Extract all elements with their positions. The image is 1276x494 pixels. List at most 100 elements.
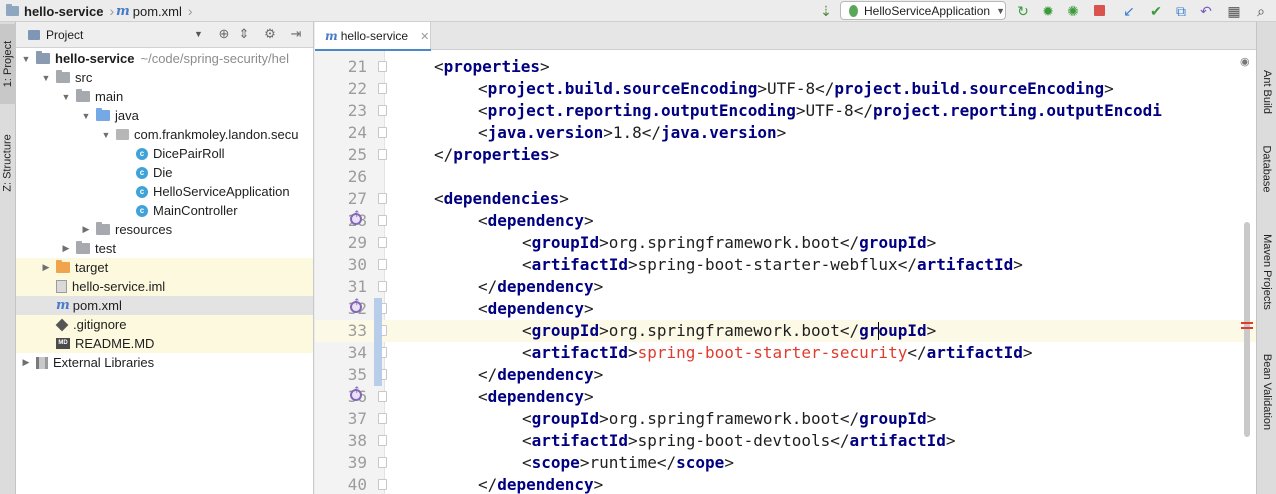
code-line[interactable]: 40 </dependency> [315,474,1256,494]
structure-tool-tab[interactable]: Z: Structure [0,118,16,208]
eye-icon[interactable]: ◉ [1240,55,1250,68]
fold-marker-icon[interactable] [378,435,387,446]
project-structure-icon[interactable]: ▦ [1225,2,1243,19]
maven-override-icon[interactable] [350,292,362,314]
tree-item[interactable]: ▼ main [16,87,313,106]
run-configuration-select[interactable]: HelloServiceApplication ▼ [840,1,1006,20]
tree-item[interactable]: ▼ src [16,68,313,87]
code-line[interactable]: 33 <groupId>org.springframework.boot</gro… [315,320,1256,342]
tree-item-path: ~/code/spring-security/hel [140,51,290,66]
locate-icon[interactable]: ⊕ [216,26,232,42]
tree-item[interactable]: ▶ test [16,239,313,258]
chevron-down-icon[interactable]: ▼ [194,29,203,39]
code-line[interactable]: 32<dependency> [315,292,1256,320]
fold-marker-icon[interactable] [378,83,387,94]
code-line[interactable]: 23 <project.reporting.outputEncoding>UTF-… [315,100,1256,122]
tree-item[interactable]: ▶.gitignore [16,315,313,334]
code-line[interactable]: 37 <groupId>org.springframework.boot</gro… [315,408,1256,430]
chevron-down-icon[interactable]: ▼ [80,111,92,121]
vcs-update-icon[interactable]: ↙ [1120,2,1138,19]
vertical-scrollbar[interactable] [1244,222,1250,437]
fold-marker-icon[interactable] [378,61,387,72]
fold-marker-icon[interactable] [378,413,387,424]
code-line[interactable]: 21 <properties> [315,56,1256,78]
collapse-all-icon[interactable]: ⇕ [236,26,252,42]
chevron-down-icon[interactable]: ▼ [40,73,52,83]
fold-marker-icon[interactable] [378,149,387,160]
code-line[interactable]: 35 </dependency> [315,364,1256,386]
stop-icon[interactable] [1090,2,1108,19]
fold-marker-icon[interactable] [378,259,387,270]
database-tool-tab[interactable]: Database [1257,134,1276,204]
project-panel-title[interactable]: Project [46,28,83,42]
maven-override-icon[interactable] [350,380,362,402]
fold-marker-icon[interactable] [378,391,387,402]
code-line[interactable]: 24 <java.version>1.8</java.version> [315,122,1256,144]
code-line[interactable]: 22 <project.build.sourceEncoding>UTF-8</p… [315,78,1256,100]
tree-item[interactable]: ▼ hello-service ~/code/spring-security/hel [16,49,313,68]
code-line[interactable]: 31 </dependency> [315,276,1256,298]
hide-panel-icon[interactable]: ⇥ [288,26,304,42]
fold-marker-icon[interactable] [378,281,387,292]
code-text: <artifactId>spring-boot-starter-security… [522,342,1033,364]
sort-build-icon[interactable]: ⇣ [817,2,835,19]
tab-hello-service[interactable]: m hello-service ✕ [315,22,431,51]
vcs-compare-icon[interactable]: ⧉ [1172,2,1190,19]
revert-icon[interactable]: ↶ [1197,2,1215,19]
code-line[interactable]: 39 <scope>runtime</scope> [315,452,1256,474]
breadcrumb-project[interactable]: hello-service › [6,2,114,20]
vcs-change-marker[interactable] [374,298,382,386]
code-line[interactable]: 38 <artifactId>spring-boot-devtools</arti… [315,430,1256,452]
tree-item[interactable]: ▶cDicePairRoll [16,144,313,163]
code-line[interactable]: 30 <artifactId>spring-boot-starter-webflu… [315,254,1256,276]
bean-validation-tool-tab[interactable]: Bean Validation [1257,332,1276,452]
tree-item[interactable]: ▶mpom.xml [16,296,313,315]
rerun-icon[interactable]: ↻ [1014,2,1032,19]
fold-marker-icon[interactable] [378,457,387,468]
tree-item[interactable]: ▼ com.frankmoley.landon.secu [16,125,313,144]
tree-item[interactable]: ▶ resources [16,220,313,239]
fold-marker-icon[interactable] [378,215,387,226]
fold-marker-icon[interactable] [378,479,387,490]
tree-item[interactable]: ▶MDREADME.MD [16,334,313,353]
chevron-right-icon[interactable]: ▶ [20,357,32,368]
chevron-right-icon[interactable]: ▶ [40,262,52,273]
chevron-right-icon[interactable]: ▶ [80,224,92,235]
code-line[interactable]: 28<dependency> [315,204,1256,232]
code-line[interactable]: 26 [315,166,1256,188]
code-line[interactable]: 29 <groupId>org.springframework.boot</gro… [315,232,1256,254]
tree-item[interactable]: ▶cDie [16,163,313,182]
tree-item[interactable]: ▶hello-service.iml [16,277,313,296]
chevron-down-icon[interactable]: ▼ [20,54,32,64]
maven-projects-tool-tab[interactable]: Maven Projects [1257,212,1276,332]
fold-marker-icon[interactable] [378,193,387,204]
tree-item[interactable]: ▼ java [16,106,313,125]
chevron-right-icon[interactable]: ▶ [60,243,72,254]
chevron-down-icon[interactable]: ▼ [60,92,72,102]
code-line[interactable]: 34 <artifactId>spring-boot-starter-securi… [315,342,1256,364]
code-line[interactable]: 27 <dependencies> [315,188,1256,210]
project-tool-tab[interactable]: 1: Project [0,24,16,104]
error-stripe-marker[interactable] [1241,322,1253,324]
folder-icon [28,30,40,40]
coverage-icon[interactable]: ✺ [1064,2,1082,19]
gear-icon[interactable]: ⚙ [262,26,278,42]
fold-marker-icon[interactable] [378,127,387,138]
ant-build-tool-tab[interactable]: Ant Build [1257,52,1276,132]
fold-marker-icon[interactable] [378,237,387,248]
chevron-down-icon[interactable]: ▼ [100,130,112,140]
tree-item[interactable]: ▶ target [16,258,313,277]
debug-icon[interactable]: ✹ [1039,2,1057,19]
tree-item[interactable]: ▶cHelloServiceApplication [16,182,313,201]
fold-marker-icon[interactable] [378,105,387,116]
maven-override-icon[interactable] [350,204,362,226]
search-icon[interactable]: ⌕ [1252,2,1270,19]
close-icon[interactable]: ✕ [420,30,429,43]
breadcrumb-file[interactable]: m pom.xml › [116,2,193,20]
vcs-commit-icon[interactable]: ✔ [1147,2,1165,19]
code-line[interactable]: 25 </properties> [315,144,1256,166]
tree-item[interactable]: ▶ External Libraries [16,353,313,372]
folder-icon [76,241,90,254]
tree-item[interactable]: ▶cMainController [16,201,313,220]
code-line[interactable]: 36<dependency> [315,380,1256,408]
